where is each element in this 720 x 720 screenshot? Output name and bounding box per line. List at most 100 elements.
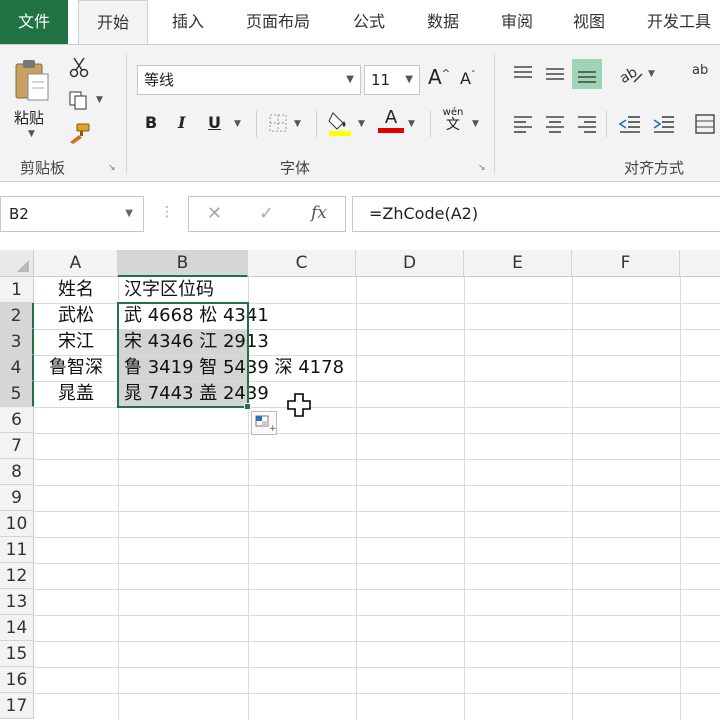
insert-function-icon[interactable]: fx [311, 203, 327, 223]
row-header-9[interactable]: 9 [0, 485, 34, 511]
row-header-1[interactable]: 1 [0, 277, 34, 303]
font-name-dropdown[interactable]: 等线 ▼ [137, 65, 361, 95]
tab-page-layout[interactable]: 页面布局 [232, 0, 324, 44]
name-box[interactable]: B2 ▼ [0, 196, 144, 232]
decrease-indent-icon[interactable] [616, 111, 644, 137]
select-all-button[interactable] [0, 250, 34, 277]
font-size-dropdown[interactable]: 11 ▼ [364, 65, 420, 95]
increase-indent-icon[interactable] [650, 111, 678, 137]
paste-icon[interactable] [10, 57, 56, 105]
chevron-down-icon: ▼ [125, 208, 133, 219]
row-header-12[interactable]: 12 [0, 563, 34, 589]
phonetic-dropdown-icon[interactable]: ▼ [472, 119, 479, 129]
column-header-a[interactable]: A [34, 250, 118, 277]
row-header-8[interactable]: 8 [0, 459, 34, 485]
orientation-dropdown-icon[interactable]: ▼ [648, 69, 655, 79]
align-left-icon[interactable] [510, 111, 536, 137]
tab-data[interactable]: 数据 [414, 0, 472, 44]
gridline [464, 277, 465, 720]
phonetic-guide-button[interactable]: wén 文 [438, 107, 468, 133]
tab-review[interactable]: 审阅 [488, 0, 546, 44]
cut-icon[interactable] [68, 55, 90, 79]
name-box-value: B2 [9, 205, 29, 223]
divider [430, 111, 431, 137]
bold-button[interactable]: B [145, 113, 157, 132]
font-color-dropdown-icon[interactable]: ▼ [408, 119, 415, 129]
column-header-g[interactable] [680, 250, 720, 277]
tab-view[interactable]: 视图 [560, 0, 618, 44]
row-header-15[interactable]: 15 [0, 641, 34, 667]
align-center-icon[interactable] [542, 111, 568, 137]
font-color-button[interactable]: A [378, 107, 404, 133]
paste-button-label[interactable]: 粘贴 [14, 107, 44, 128]
clipboard-launcher-icon[interactable]: ↘ [108, 163, 118, 173]
align-bottom-icon[interactable] [572, 59, 602, 89]
row-header-6[interactable]: 6 [0, 407, 34, 433]
font-color-icon: A [384, 107, 398, 128]
row-header-4[interactable]: 4 [0, 355, 34, 381]
phonetic-bottom-label: 文 [446, 117, 460, 133]
group-separator [126, 53, 127, 173]
grow-font-button[interactable]: A^ [428, 65, 450, 89]
alignment-group-label: 对齐方式 [624, 159, 685, 177]
border-icon[interactable] [266, 111, 290, 135]
tab-developer[interactable]: 开发工具 [634, 0, 720, 44]
cancel-icon[interactable]: ✕ [207, 203, 222, 224]
gridline [34, 511, 720, 512]
wrap-text-icon[interactable]: ab [692, 63, 708, 78]
row-header-3[interactable]: 3 [0, 329, 34, 355]
cell-b1[interactable]: 汉字区位码 [124, 277, 214, 303]
row-header-17[interactable]: 17 [0, 693, 34, 719]
column-header-c[interactable]: C [248, 250, 356, 277]
fill-color-icon[interactable] [326, 109, 354, 137]
tab-file[interactable]: 文件 [0, 0, 68, 44]
row-header-16[interactable]: 16 [0, 667, 34, 693]
cell-a5[interactable]: 晁盖 [34, 381, 118, 407]
font-launcher-icon[interactable]: ↘ [478, 163, 488, 173]
tab-insert[interactable]: 插入 [158, 0, 218, 44]
format-painter-icon[interactable] [66, 121, 92, 145]
align-middle-icon[interactable] [542, 61, 568, 87]
row-header-11[interactable]: 11 [0, 537, 34, 563]
row-header-5[interactable]: 5 [0, 381, 34, 407]
formula-bar-grip-icon[interactable]: ⋮ [160, 204, 174, 220]
cell-a4[interactable]: 鲁智深 [34, 355, 118, 381]
cell-a3[interactable]: 宋江 [34, 329, 118, 355]
column-header-f[interactable]: F [572, 250, 680, 277]
shrink-font-button[interactable]: Aˇ [460, 69, 475, 88]
align-right-icon[interactable] [574, 111, 600, 137]
orientation-icon[interactable]: ab [616, 59, 646, 89]
column-header-b[interactable]: B [118, 250, 248, 277]
border-dropdown-icon[interactable]: ▼ [294, 119, 301, 129]
quick-analysis-icon[interactable]: + [251, 411, 277, 435]
row-header-2[interactable]: 2 [0, 303, 34, 329]
fill-handle[interactable] [244, 403, 251, 410]
shrink-font-icon: A [460, 69, 471, 88]
chevron-down-icon: ▼ [346, 74, 354, 85]
row-header-14[interactable]: 14 [0, 615, 34, 641]
align-top-icon[interactable] [510, 61, 536, 87]
formula-input[interactable]: =ZhCode(A2) [352, 196, 720, 232]
copy-icon[interactable] [66, 89, 90, 111]
merge-center-icon[interactable] [692, 109, 718, 139]
fill-color-dropdown-icon[interactable]: ▼ [358, 119, 365, 129]
cell-a2[interactable]: 武松 [34, 303, 118, 329]
row-header-13[interactable]: 13 [0, 589, 34, 615]
formula-bar-buttons: ✕ ✓ fx [188, 196, 346, 232]
gridline [356, 277, 357, 720]
row-header-10[interactable]: 10 [0, 511, 34, 537]
underline-dropdown-icon[interactable]: ▼ [234, 119, 241, 129]
tab-formulas[interactable]: 公式 [340, 0, 398, 44]
worksheet-grid[interactable]: A B C D E F 1 2 3 4 5 6 7 8 9 10 11 12 1… [0, 250, 720, 720]
copy-dropdown-icon[interactable]: ▼ [96, 95, 103, 105]
underline-button[interactable]: U [208, 113, 221, 132]
cell-a1[interactable]: 姓名 [34, 277, 118, 303]
italic-button[interactable]: I [178, 113, 185, 132]
enter-icon[interactable]: ✓ [259, 203, 274, 224]
column-header-e[interactable]: E [464, 250, 572, 277]
tab-home[interactable]: 开始 [78, 0, 148, 46]
paste-dropdown-icon[interactable]: ▼ [28, 129, 35, 139]
column-header-d[interactable]: D [356, 250, 464, 277]
row-header-7[interactable]: 7 [0, 433, 34, 459]
gridline [34, 589, 720, 590]
